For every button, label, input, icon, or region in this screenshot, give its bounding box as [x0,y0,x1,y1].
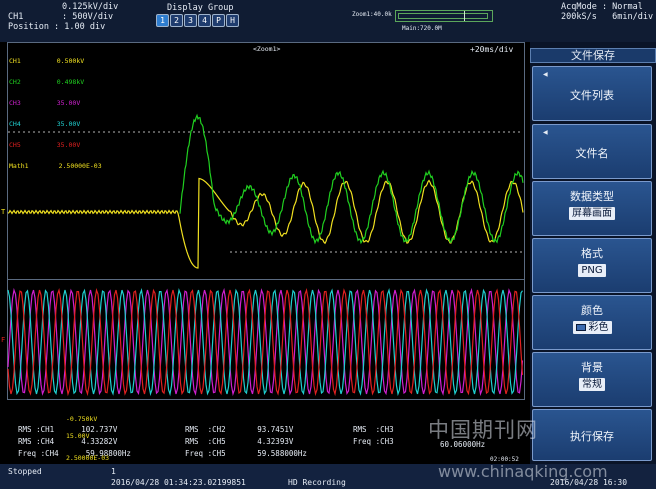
group-button-2[interactable]: 2 [170,14,183,27]
file-save-menu: 文件保存 ◀ 文件列表 ◀ 文件名 数据类型 屏幕画面 格式 PNG 颜色 彩色… [530,42,656,464]
watermark-url: www.chinaqking.com [438,462,608,481]
background-value: 常规 [579,378,605,391]
acq-count: 1 [111,467,116,476]
meas-row-1b: RMS :CH2 93.7451V [185,425,294,434]
triangle-icon: ◀ [543,71,548,78]
waveform-display[interactable]: CH1 0.500kV CH2 0.498kV CH3 35.00V CH4 35.00… [0,42,530,464]
zoom-position-bar[interactable] [395,10,493,22]
meas-row-3b: Freq :CH5 59.588000Hz [185,449,307,458]
format-value: PNG [578,264,606,277]
zoom-factor: Zoom1:40.0k [352,11,392,18]
waveform-trace [7,177,524,269]
triangle-icon: ◀ [543,129,548,136]
waveform-trace [179,113,524,245]
group-button-h[interactable]: H [226,14,239,27]
trigger-timestamp: 2016/04/28 01:34:23.02199851 [111,478,246,487]
svg-text:F: F [1,336,5,344]
acq-rate: 200kS/s 6min/div [561,12,654,22]
data-type-button[interactable]: 数据类型 屏幕画面 [532,181,652,236]
meas-math-scale: 2.50000E-03 [66,454,110,462]
group-button-3[interactable]: 3 [184,14,197,27]
color-value: 彩色 [572,321,612,334]
ch-scale: : 500V/div [62,12,114,22]
ch-label: CH1 [8,12,24,22]
group-button-p[interactable]: P [212,14,225,27]
vdiv-readout: 0.125kV/div [62,2,119,12]
file-list-button[interactable]: ◀ 文件列表 [532,66,652,121]
main-length: Main:720.0M [402,25,442,32]
zoom-marker [464,11,465,21]
group-button-4[interactable]: 4 [198,14,211,27]
meas-ch4-scale: 15.00V [66,432,90,440]
color-button[interactable]: 颜色 彩色 [532,295,652,350]
position-readout: Position : 1.00 div [8,22,106,32]
run-state: Stopped [8,467,42,476]
group-button-1[interactable]: 1 [156,14,169,27]
display-group-title: Display Group [167,3,234,13]
waveform-traces: T F [1,113,524,397]
svg-text:T: T [1,208,6,216]
watermark-text: 中国期刊网 [428,418,538,442]
data-type-value: 屏幕画面 [569,207,615,220]
top-info-bar: 0.125kV/div CH1 : 500V/div Position : 1.… [0,0,656,42]
display-group-buttons: 1 2 3 4 P H [156,14,239,27]
meas-row-2b: RMS :CH5 4.32393V [185,437,294,446]
meas-row-2c: Freq :CH3 [353,437,394,446]
zoom-window [398,13,488,19]
format-button[interactable]: 格式 PNG [532,238,652,293]
color-swatch-icon [575,323,586,331]
menu-title: 文件保存 [530,48,656,63]
file-name-button[interactable]: ◀ 文件名 [532,124,652,179]
hd-recording: HD Recording [288,478,346,487]
acq-mode: AcqMode : Normal [561,2,643,12]
execute-save-button[interactable]: 执行保存 [532,409,652,461]
meas-ch1-range: -0.750kV [66,415,98,423]
background-button[interactable]: 背景 常规 [532,352,652,407]
meas-row-1c: RMS :CH3 [353,425,394,434]
